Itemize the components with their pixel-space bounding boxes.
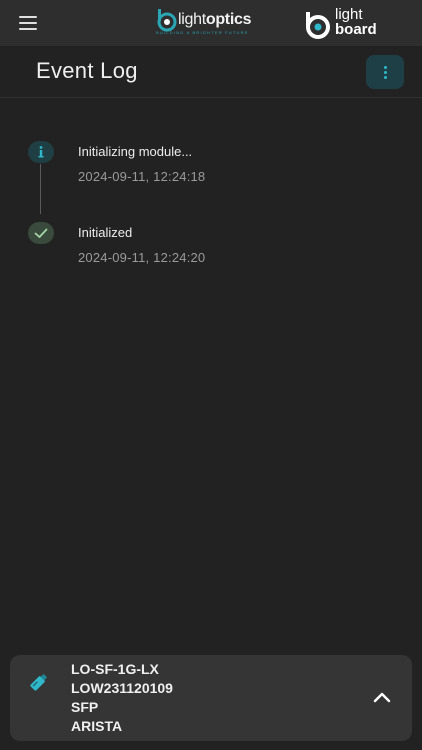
- lightoptics-wordmark: lightoptics: [178, 11, 252, 28]
- lightboard-word-board: board: [335, 21, 377, 38]
- vertical-dots-icon: [384, 66, 387, 69]
- event-message: Initializing module...: [78, 144, 193, 159]
- device-vendor: ARISTA: [71, 718, 123, 734]
- chevron-up-icon[interactable]: [368, 685, 396, 709]
- device-details: LO-SF-1G-LX LOW231120109 SFP ARISTA: [71, 660, 173, 736]
- top-app-bar: lightoptics BUILDING A BRIGHTER FUTURE l…: [0, 0, 422, 46]
- lightoptics-tagline: BUILDING A BRIGHTER FUTURE: [156, 30, 249, 35]
- vertical-dots-icon-dot: [384, 71, 387, 74]
- page-title: Event Log: [36, 58, 138, 83]
- device-serial: LOW231120109: [71, 680, 173, 696]
- lightboard-logo-mark: [306, 12, 330, 39]
- vertical-dots-icon-dot: [384, 76, 387, 79]
- check-icon: [28, 222, 54, 244]
- event-timestamp: 2024-09-11, 12:24:20: [78, 250, 206, 265]
- device-model: LO-SF-1G-LX: [71, 661, 159, 677]
- hamburger-menu-icon[interactable]: [14, 12, 42, 34]
- lightboard-word-light: light: [335, 6, 363, 23]
- lightoptics-logo: lightoptics BUILDING A BRIGHTER FUTURE: [156, 8, 266, 38]
- device-form-factor: SFP: [71, 699, 99, 715]
- device-info-card[interactable]: LO-SF-1G-LX LOW231120109 SFP ARISTA: [10, 655, 412, 741]
- event-timestamp: 2024-09-11, 12:24:18: [78, 169, 206, 184]
- more-options-button[interactable]: [366, 55, 404, 89]
- page-header: Event Log: [0, 46, 422, 98]
- timeline-connector: [40, 164, 41, 214]
- info-icon: [28, 141, 54, 163]
- transceiver-icon: [26, 669, 52, 695]
- lightoptics-logo-mark: [157, 9, 177, 32]
- lightboard-logo: light board: [303, 6, 393, 40]
- event-message: Initialized: [78, 225, 133, 240]
